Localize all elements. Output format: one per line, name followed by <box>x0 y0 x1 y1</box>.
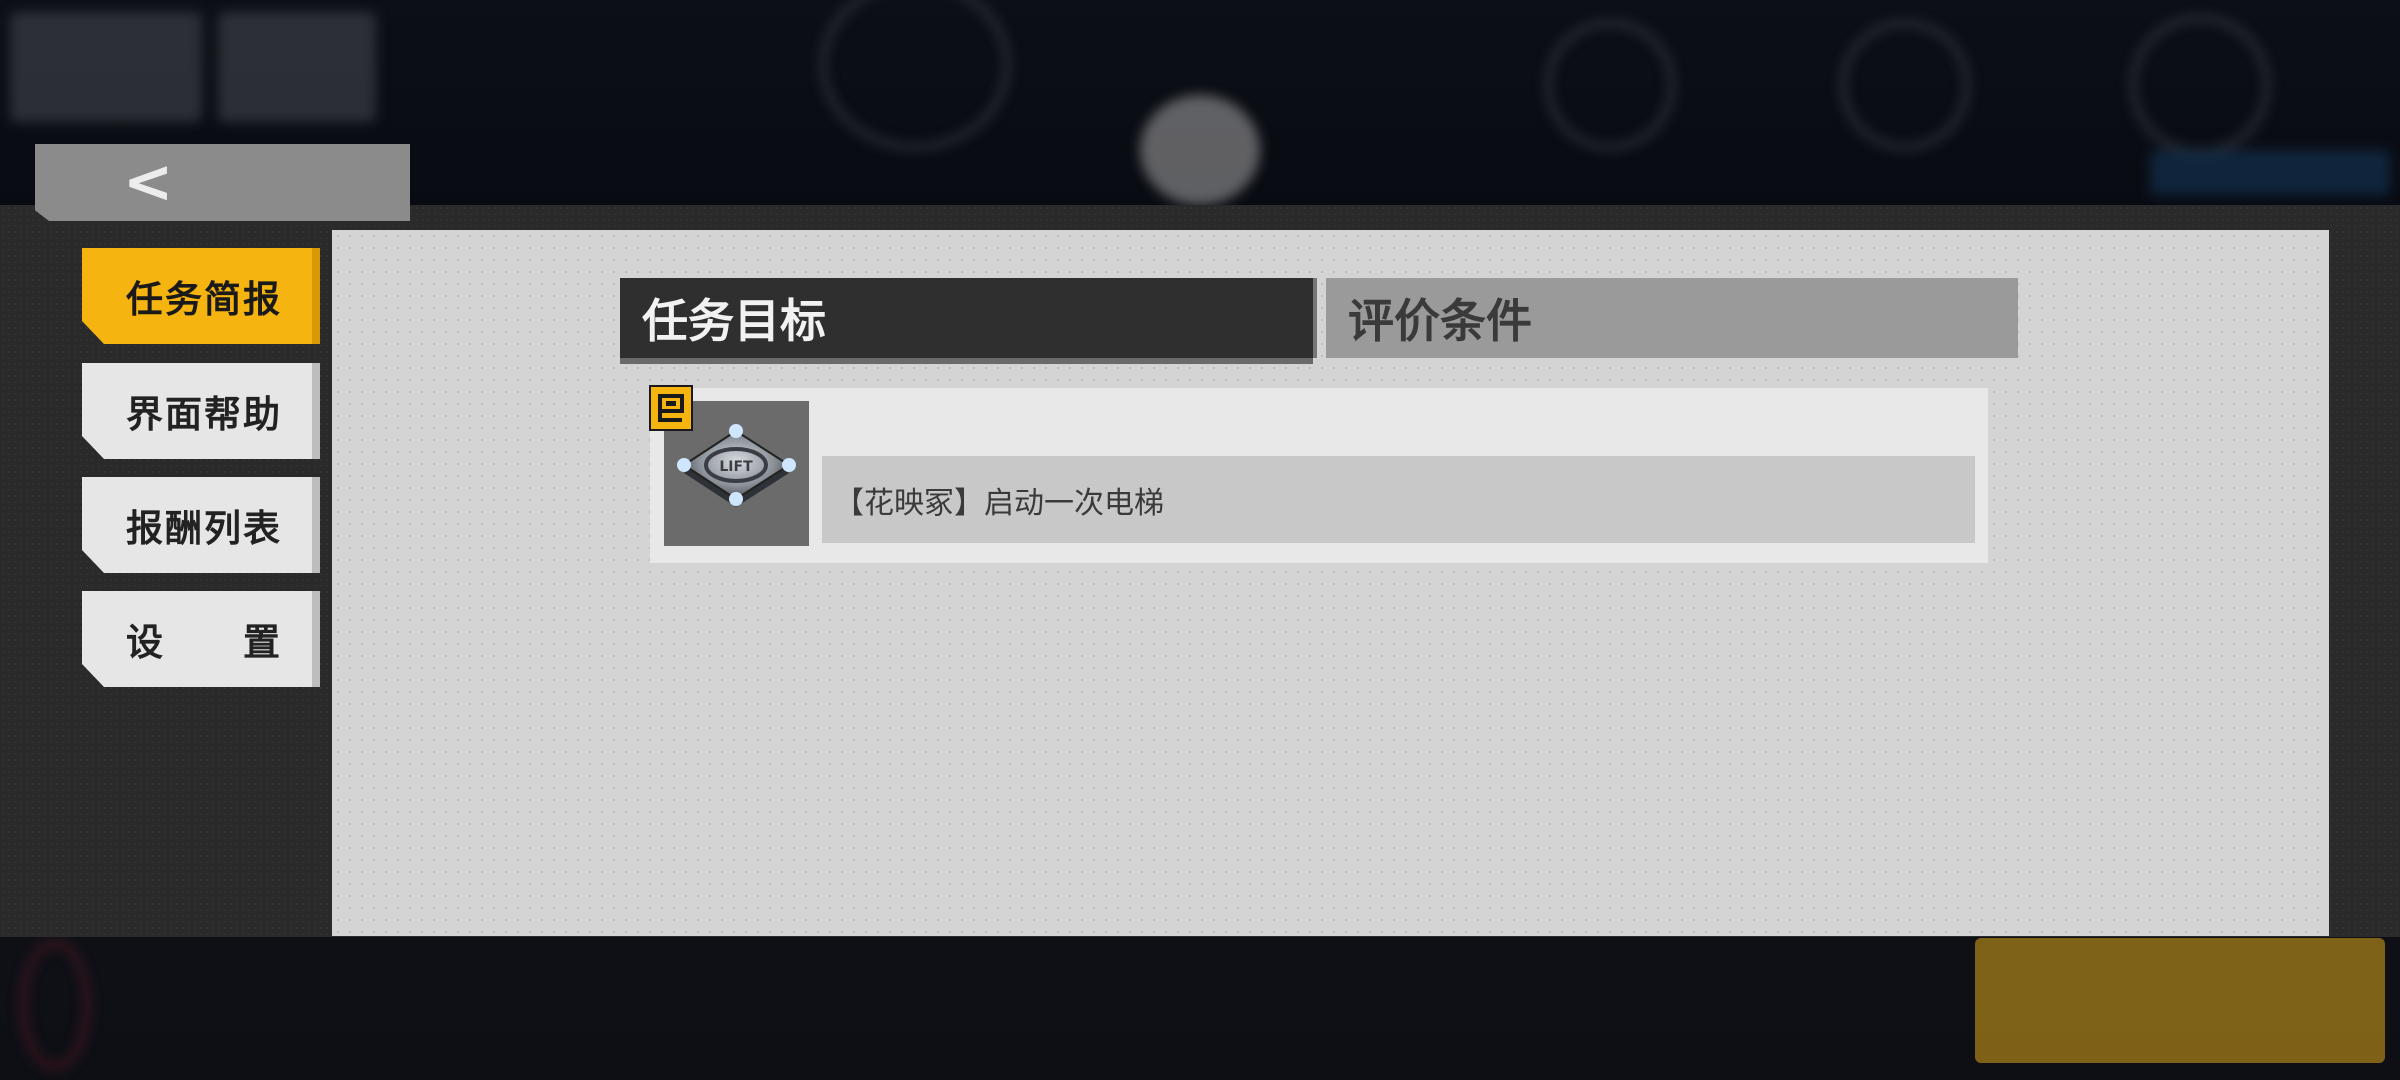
back-button[interactable]: < <box>35 144 410 221</box>
svg-text:LIFT: LIFT <box>719 459 753 475</box>
hud-start-button-blurred <box>1975 938 2385 1063</box>
hud-blue-bar <box>2150 150 2390 195</box>
objective-item: LIFT 【花映冢】启动一次电梯 <box>649 385 1988 563</box>
objective-text: 【花映冢】启动一次电梯 <box>822 456 1975 543</box>
hud-dial-3 <box>2130 15 2270 155</box>
tab-mission-objectives[interactable]: 任务目标 <box>620 278 1313 358</box>
menu-item-settings[interactable]: 设 置 <box>82 591 320 687</box>
key-badge-icon <box>649 385 693 431</box>
tab-label: 任务目标 <box>642 294 826 348</box>
menu-item-label: 设 置 <box>126 620 282 664</box>
menu-item-label: 界面帮助 <box>126 392 282 436</box>
objective-label: 【花映冢】启动一次电梯 <box>834 485 1164 521</box>
tab-label: 评价条件 <box>1348 294 1532 348</box>
hud-dial-2 <box>1840 20 1970 150</box>
menu-item-interface-help[interactable]: 界面帮助 <box>82 363 320 459</box>
menu-item-mission-brief[interactable]: 任务简报 <box>82 248 320 344</box>
tab-evaluation-conditions[interactable]: 评价条件 <box>1326 278 2018 358</box>
hud-button-second <box>218 12 376 122</box>
hud-center-orb <box>1140 95 1260 205</box>
menu-item-label: 任务简报 <box>126 277 282 321</box>
hud-timer-ring <box>820 0 1010 150</box>
mission-brief-panel: 任务目标 评价条件 LIFT 【花映冢】启动一次电梯 <box>332 230 2329 936</box>
hud-dial-1 <box>1545 20 1675 150</box>
menu-item-reward-list[interactable]: 报酬列表 <box>82 477 320 573</box>
hud-button-left <box>10 12 202 122</box>
chevron-left-icon: < <box>123 147 174 217</box>
hud-character-icon <box>20 940 90 1070</box>
menu-item-label: 报酬列表 <box>126 506 282 550</box>
